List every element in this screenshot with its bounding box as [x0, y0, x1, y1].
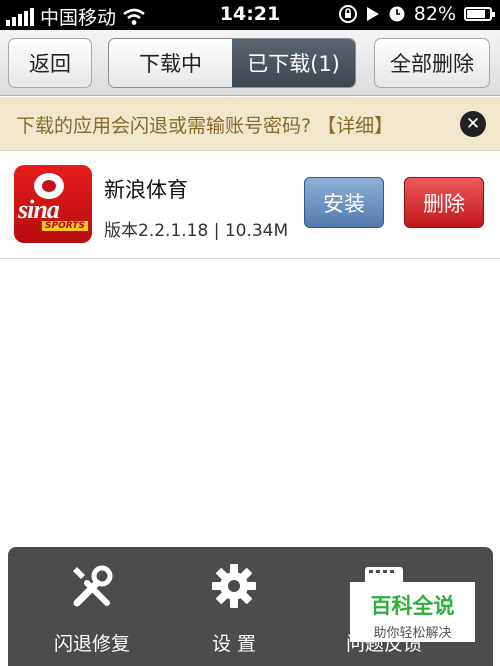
toolbar: 返回 下载中 已下载(1) 全部删除 — [0, 30, 500, 96]
notice-text-wrap: 下载的应用会闪退或需输账号密码? 【详细】 — [16, 111, 393, 138]
status-right: 82% — [338, 3, 495, 25]
sina-sports-app-icon: sina SPORTS — [14, 165, 92, 243]
app-icon-subtext: SPORTS — [42, 221, 88, 231]
delete-button[interactable]: 删除 — [404, 177, 484, 228]
play-icon — [366, 7, 379, 21]
notice-detail-link[interactable]: 【详细】 — [317, 115, 393, 137]
bottom-item-label: 设 置 — [211, 633, 257, 655]
alarm-icon — [389, 6, 405, 22]
battery-percent: 82% — [413, 3, 456, 25]
watermark-subtitle: 助你轻松解决 — [373, 626, 452, 641]
tools-icon — [73, 565, 113, 607]
watermark: 百科全说 助你轻松解决 — [350, 582, 475, 642]
status-bar: 中国移动 14:21 82% — [0, 0, 500, 30]
watermark-title: 百科全说 — [370, 594, 455, 618]
battery-fill — [467, 10, 485, 18]
download-tabs: 下载中 已下载(1) — [108, 38, 356, 88]
notice-banner: 下载的应用会闪退或需输账号密码? 【详细】 ✕ — [0, 97, 500, 151]
tab-downloaded[interactable]: 已下载(1) — [232, 39, 355, 87]
gear-icon — [212, 564, 256, 608]
bottom-item-label: 闪退修复 — [53, 633, 130, 655]
list-item: sina SPORTS 新浪体育 版本2.2.1.18 | 10.34M 安装 … — [0, 152, 500, 259]
bottom-item-settings[interactable]: 设 置 — [164, 561, 304, 656]
delete-all-button[interactable]: 全部删除 — [374, 38, 490, 88]
back-button[interactable]: 返回 — [8, 38, 92, 88]
bottom-item-crash-fix[interactable]: 闪退修复 — [22, 561, 162, 656]
app-name: 新浪体育 — [104, 178, 188, 202]
close-icon[interactable]: ✕ — [460, 111, 486, 137]
notice-text: 下载的应用会闪退或需输账号密码? — [16, 115, 312, 137]
battery-icon — [464, 7, 495, 21]
app-version-size: 版本2.2.1.18 | 10.34M — [104, 221, 289, 241]
rotation-lock-icon — [338, 5, 357, 23]
tab-downloading[interactable]: 下载中 — [109, 39, 232, 87]
install-button[interactable]: 安装 — [304, 177, 384, 228]
